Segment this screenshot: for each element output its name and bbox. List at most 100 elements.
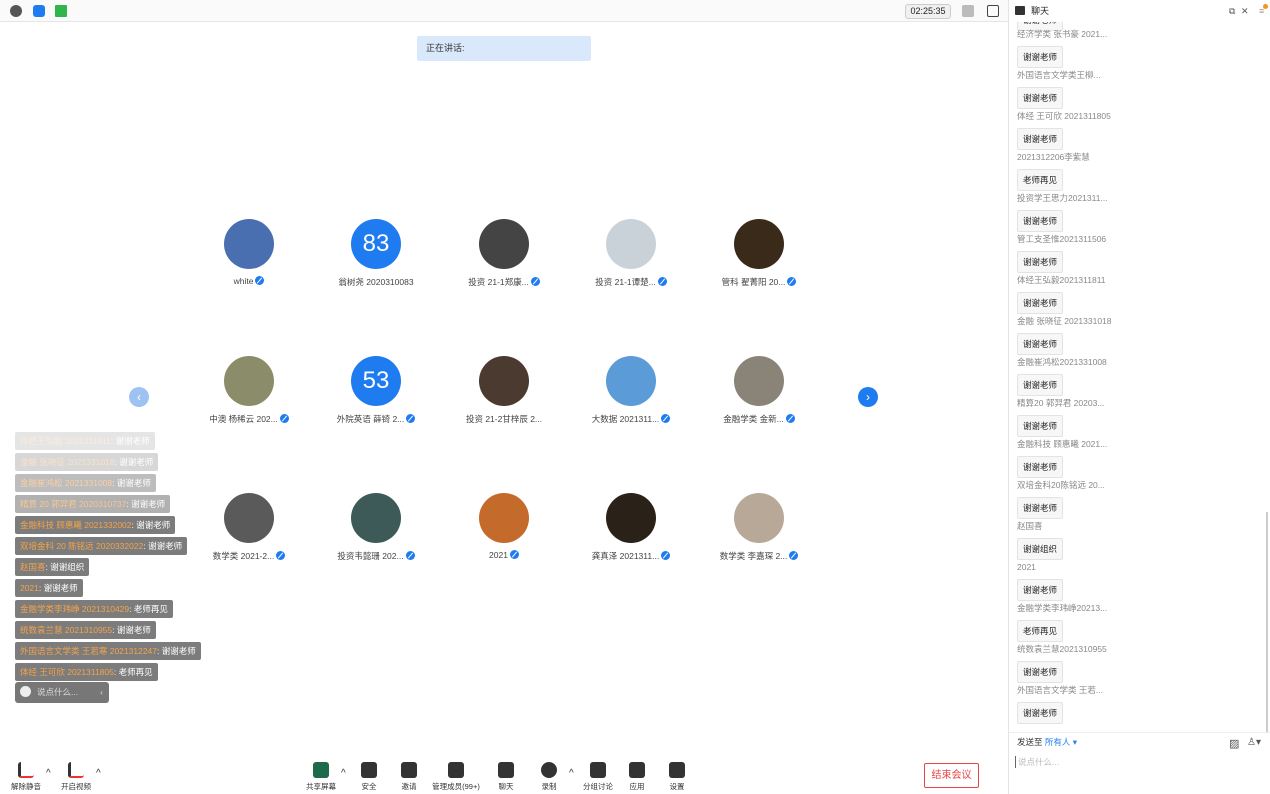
participant-tile[interactable]: 管科 翟菁阳 20... <box>699 219 819 288</box>
participant-tile[interactable]: 数学类 2021-2... <box>189 493 309 562</box>
dropdown-icon[interactable]: ▾ <box>1070 737 1077 747</box>
overlay-message: 金融崔鸿松 2021331008: 谢谢老师 <box>15 474 156 492</box>
divider <box>1009 732 1270 733</box>
mic-muted-icon <box>255 276 265 285</box>
prev-page-button[interactable]: ‹ <box>129 387 149 407</box>
mic-muted-icon <box>405 551 415 560</box>
toolbar-button-settings[interactable]: 设置 <box>647 762 707 792</box>
participant-tile[interactable]: 2021 <box>444 493 564 560</box>
overlay-message: 金融科技 顾惠曦 2021332002: 谢谢老师 <box>15 516 176 534</box>
chat-sender: 管工支圣惟2021311506 <box>1017 234 1107 244</box>
end-meeting-button[interactable]: 结束会议 <box>924 763 979 788</box>
participant-name-text: 金融学类 金新... <box>723 414 784 424</box>
chat-bubble: 谢谢老师 <box>1017 210 1064 232</box>
participant-tile[interactable]: 投资 21-1郑康... <box>444 219 564 288</box>
message-sender: 金融科技 顾惠曦 2021332002 <box>20 520 132 530</box>
participant-tile[interactable]: 投资 21-1谭楚... <box>571 219 691 288</box>
participant-tile[interactable]: 中澳 杨稀云 202... <box>189 356 309 425</box>
chat-bubble: 谢谢老师 <box>1017 333 1064 355</box>
record-icon <box>541 762 557 778</box>
chat-message: 2021 谢谢老师 <box>1009 559 1265 601</box>
participant-tile[interactable]: 投资 21-2甘梓辰 2... <box>444 356 564 425</box>
recipient-select[interactable]: 所有人 <box>1045 737 1071 747</box>
chat-panel: 聊天 ⧉ ✕ ≡ 谢谢老师经济学类 张书豪 2021...谢谢老师外国语言文学类… <box>1008 0 1270 794</box>
chat-message: 体经 王可欣 2021311805 谢谢老师 <box>1009 108 1265 150</box>
participant-name: 投资韦懿珊 202... <box>316 550 436 562</box>
collapse-icon[interactable]: ‹ <box>100 682 103 703</box>
chat-message-list: 谢谢老师经济学类 张书豪 2021...谢谢老师外国语言文学类王柳...谢谢老师… <box>1009 13 1265 733</box>
overlay-message: 体经王弘毅 2021311811: 谢谢老师 <box>15 432 155 450</box>
emoji-icon[interactable] <box>20 686 31 697</box>
chat-message: 金融科技 顾惠曦 2021... 谢谢老师 <box>1009 436 1265 478</box>
participant-name: 龚真泽 2021311... <box>571 550 691 562</box>
top-bar: 02:25:35 <box>0 0 1008 22</box>
overlay-chat-input[interactable]: 说点什么... ‹ <box>15 682 109 703</box>
avatar <box>734 219 784 269</box>
participant-tile[interactable]: 龚真泽 2021311... <box>571 493 691 562</box>
overlay-message: 双培金科 20 陈铭远 2020332022: 谢谢老师 <box>15 537 188 555</box>
avatar: 83 <box>351 219 401 269</box>
participant-tile[interactable]: 83 翁树尧 2020310083 <box>316 219 436 288</box>
message-text: 谢谢老师 <box>116 478 151 488</box>
participant-tile[interactable]: 数学类 李嘉琛 2... <box>699 493 819 562</box>
chat-bubble: 谢谢老师 <box>1017 702 1064 724</box>
message-text: 谢谢老师 <box>131 499 166 509</box>
message-sender: 外国语言文学类 王若寒 2021312247 <box>20 646 157 656</box>
shield-icon[interactable] <box>33 5 45 17</box>
chat-message: 管工支圣惟2021311506 谢谢老师 <box>1009 231 1265 273</box>
next-page-button[interactable]: › <box>858 387 878 407</box>
chat-message: 外国语言文学类王柳... 谢谢老师 <box>1009 67 1265 109</box>
close-icon[interactable]: ✕ <box>1241 0 1249 22</box>
participant-tile[interactable]: white <box>189 219 309 286</box>
participant-name-text: 外院英语 薛锜 2... <box>336 414 405 424</box>
chevron-up-icon[interactable]: ^ <box>96 768 101 779</box>
mic-muted-icon <box>789 551 799 560</box>
participant-name-text: 投资韦懿珊 202... <box>337 551 404 561</box>
participant-tile[interactable]: 53 外院英语 薛锜 2... <box>316 356 436 425</box>
mic-muted-icon <box>406 414 416 423</box>
participant-tile[interactable]: 投资韦懿珊 202... <box>316 493 436 562</box>
overlay-message: 2021: 谢谢老师 <box>15 579 83 597</box>
breakout-icon <box>590 762 606 778</box>
participant-tile[interactable]: 大数据 2021311... <box>571 356 691 425</box>
chat-message: 投资学王思力2021311... 谢谢老师 <box>1009 190 1265 232</box>
message-sender: 体经 王可欣 2021311805 <box>20 667 114 677</box>
overlay-message: 金融 张晓征 2021331018: 谢谢老师 <box>15 453 159 471</box>
chat-message: 统数袁兰慧2021310955 谢谢老师 <box>1009 641 1265 683</box>
user-settings-icon[interactable]: ♙▾ <box>1247 737 1261 748</box>
chat-input[interactable]: 说点什么... <box>1015 756 1059 768</box>
chat-bubble: 老师再见 <box>1017 620 1064 642</box>
avatar <box>479 493 529 543</box>
chat-message: 精算20 郭羿君 20203... 谢谢老师 <box>1009 395 1265 437</box>
chat-sender: 统数袁兰慧2021310955 <box>1017 644 1107 654</box>
layout-icon[interactable] <box>987 5 999 17</box>
toolbar-label: 设置 <box>669 782 685 791</box>
participant-name-text: 龚真泽 2021311... <box>591 551 660 561</box>
scrollbar[interactable] <box>1266 512 1268 732</box>
signal-icon[interactable] <box>55 5 67 17</box>
message-sender: 统数袁兰慧 2021310955 <box>20 625 113 635</box>
chat-sender: 金融科技 顾惠曦 2021... <box>1017 439 1108 449</box>
chat-sender: 外国语言文学类王柳... <box>1017 70 1101 80</box>
security-icon <box>361 762 377 778</box>
avatar <box>734 493 784 543</box>
participant-name: 投资 21-2甘梓辰 2... <box>444 413 564 425</box>
mic-muted-icon <box>530 277 540 286</box>
popout-icon[interactable]: ⧉ <box>1229 0 1235 22</box>
chat-sender: 投资学王思力2021311... <box>1017 193 1108 203</box>
chat-title: 聊天 <box>1031 6 1050 16</box>
mic-muted-icon <box>18 762 34 778</box>
message-sender: 体经王弘毅 2021311811 <box>20 436 111 446</box>
info-icon[interactable] <box>10 5 22 17</box>
avatar <box>224 356 274 406</box>
participant-tile[interactable]: 金融学类 金新... <box>699 356 819 425</box>
overlay-message: 统数袁兰慧 2021310955: 谢谢老师 <box>15 621 156 639</box>
image-icon[interactable]: ▨ <box>1229 737 1239 750</box>
chat-bubble: 谢谢组织 <box>1017 538 1064 560</box>
chat-message: 经济学类 张书豪 2021... 谢谢老师 <box>1009 26 1265 68</box>
fullscreen-icon[interactable] <box>962 5 974 17</box>
message-sender: 双培金科 20 陈铭远 2020332022 <box>20 541 144 551</box>
message-text: 老师再见 <box>118 667 153 677</box>
chat-icon <box>498 762 514 778</box>
chat-bubble: 谢谢老师 <box>1017 579 1064 601</box>
